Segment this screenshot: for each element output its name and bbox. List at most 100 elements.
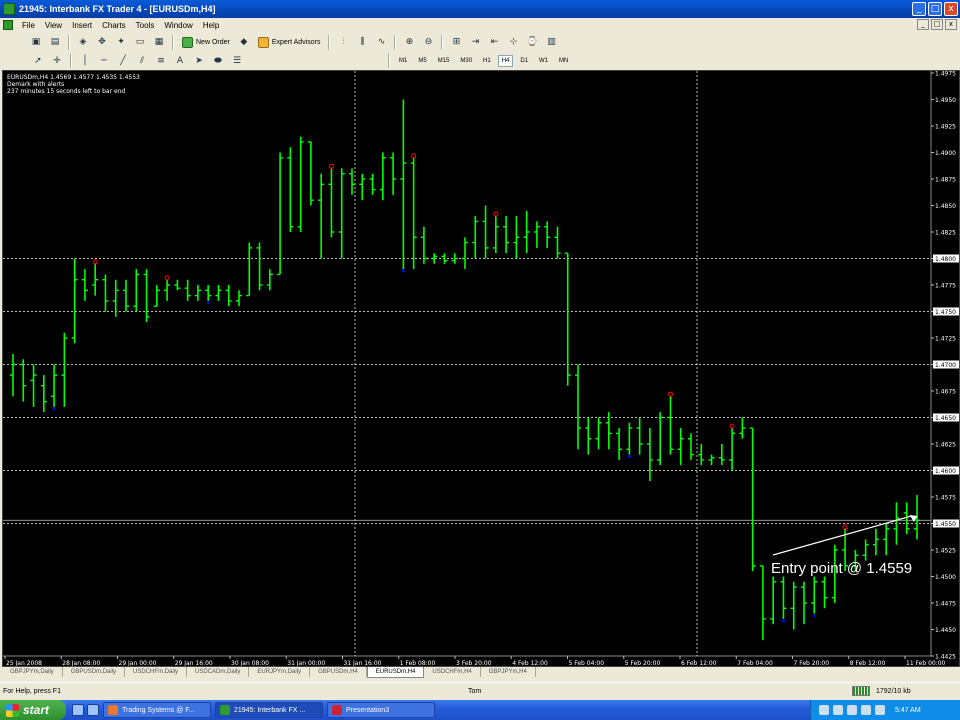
tray-network-icon[interactable]: [819, 705, 829, 715]
title-bar[interactable]: 21945: Interbank FX Trader 4 - [EURUSDm,…: [0, 0, 960, 18]
time-tick-label: 11 Feb 00:00: [906, 660, 946, 667]
menu-tools[interactable]: Tools: [131, 21, 160, 30]
task-label: Presentation3: [346, 706, 390, 714]
chart-window[interactable]: 1.4975 1.4950 1.4925 1.4900 1.4875 1.4850 1.48…: [2, 70, 960, 667]
terminal-icon[interactable]: ▭: [132, 34, 148, 50]
task-label: Trading Systems @ F...: [122, 706, 195, 714]
tray-volume-icon[interactable]: [861, 705, 871, 715]
vertical-line-icon[interactable]: │: [77, 53, 93, 69]
metaeditor-icon[interactable]: ◆: [236, 34, 252, 50]
tab-usdchfm-daily[interactable]: USDCHFm,Daily: [125, 667, 188, 677]
menu-help[interactable]: Help: [198, 21, 224, 30]
time-tick-label: 3 Feb 20:00: [456, 660, 492, 667]
profiles-icon[interactable]: ▤: [47, 34, 63, 50]
lower-fractal-marker: [206, 301, 210, 305]
new-chart-icon[interactable]: ▣: [28, 34, 44, 50]
data-window-icon[interactable]: ✥: [94, 34, 110, 50]
periods-icon[interactable]: ⌚: [524, 34, 540, 50]
taskbar-item-trader[interactable]: 21945: Interbank FX ...: [215, 702, 323, 718]
time-tick-label: 5 Feb 20:00: [625, 660, 661, 667]
help-text: For Help, press F1: [3, 688, 61, 695]
timeframe-w1[interactable]: W1: [535, 55, 552, 67]
price-tick-label: 1.4950: [935, 97, 956, 104]
navigator-icon[interactable]: ✦: [113, 34, 129, 50]
tab-usdcadm-daily[interactable]: USDCADm,Daily: [187, 667, 250, 677]
connection-status[interactable]: 1792/10 kb: [852, 686, 911, 696]
timeframe-m5[interactable]: M5: [414, 55, 430, 67]
arrows-icon[interactable]: ➤: [191, 53, 207, 69]
maximize-button[interactable]: □: [928, 2, 942, 16]
shapes-icon[interactable]: ⬬: [210, 53, 226, 69]
taskbar-item-browser[interactable]: Trading Systems @ F...: [103, 702, 211, 718]
timeframe-m15[interactable]: M15: [434, 55, 454, 67]
upper-fractal-marker: [164, 275, 170, 281]
line-chart-icon[interactable]: ∿: [373, 34, 389, 50]
mdi-restore-button[interactable]: □: [931, 19, 943, 30]
tray-bluetooth-icon[interactable]: [833, 705, 843, 715]
toolbar-separator: [68, 34, 70, 50]
tools-toolbar: ➚ ✛ │ ─ ╱ ⫽ ≡ A ➤ ⬬ ☰ M1 M5 M15 M30 H1 H…: [0, 52, 960, 69]
mdi-minimize-button[interactable]: _: [917, 19, 929, 30]
timeframe-m30[interactable]: M30: [456, 55, 476, 67]
tab-gbpusdm-daily[interactable]: GBPUSDm,Daily: [63, 667, 126, 677]
tab-usdchfm-h4[interactable]: USDCHFm,H4: [424, 667, 481, 677]
tile-windows-icon[interactable]: ⊞: [448, 34, 464, 50]
chart-shift-icon[interactable]: ⇤: [486, 34, 502, 50]
new-order-button[interactable]: New Order: [179, 34, 233, 50]
market-watch-icon[interactable]: ◈: [75, 34, 91, 50]
chart-window-icon[interactable]: [3, 20, 13, 30]
start-button[interactable]: start: [0, 700, 66, 720]
expert-advisors-button[interactable]: Expert Advisors: [255, 34, 324, 50]
bar-timer: 237 minutes 15 seconds left to bar end: [7, 88, 126, 95]
menu-window[interactable]: Window: [159, 21, 197, 30]
timeframe-m1[interactable]: M1: [395, 55, 411, 67]
zoom-out-icon[interactable]: ⊖: [420, 34, 436, 50]
time-tick-label: 5 Feb 04:00: [569, 660, 605, 667]
timeframe-d1[interactable]: D1: [516, 55, 532, 67]
upper-fractal-marker: [842, 524, 848, 530]
menu-file[interactable]: File: [17, 21, 40, 30]
tab-gbpjpym-daily[interactable]: GBPJPYm,Daily: [2, 667, 63, 677]
trendline-icon[interactable]: ╱: [115, 53, 131, 69]
tab-eurjpym-daily[interactable]: EURJPYm,Daily: [249, 667, 311, 677]
crosshair-icon[interactable]: ✛: [49, 53, 65, 69]
fibonacci-icon[interactable]: ≡: [153, 53, 169, 69]
strategy-tester-icon[interactable]: ▦: [151, 34, 167, 50]
channel-icon[interactable]: ⫽: [134, 53, 150, 69]
timeframe-h4[interactable]: H4: [497, 54, 514, 67]
tab-gbpjpym-h4[interactable]: GBPJPYm,H4: [481, 667, 536, 677]
zoom-in-icon[interactable]: ⊕: [401, 34, 417, 50]
text-icon[interactable]: A: [172, 53, 188, 69]
cursor-icon[interactable]: ➚: [30, 53, 46, 69]
price-tick-label: 1.4750: [935, 309, 956, 316]
bar-chart-icon[interactable]: ⫶: [335, 34, 351, 50]
tray-security-icon[interactable]: [847, 705, 857, 715]
mdi-close-button[interactable]: x: [945, 19, 957, 30]
close-button[interactable]: x: [944, 2, 958, 16]
candlestick-icon[interactable]: ⫼: [354, 34, 370, 50]
quick-launch-browser-icon[interactable]: [72, 704, 84, 716]
menu-insert[interactable]: Insert: [67, 21, 97, 30]
price-chart[interactable]: 1.4975 1.4950 1.4925 1.4900 1.4875 1.4850 1.48…: [3, 71, 960, 667]
price-tick-label: 1.4450: [935, 627, 956, 634]
indicators-icon[interactable]: ⊹: [505, 34, 521, 50]
timeframe-mn[interactable]: MN: [555, 55, 572, 67]
new-order-icon: [182, 36, 193, 48]
menu-charts[interactable]: Charts: [97, 21, 131, 30]
quick-launch-desktop-icon[interactable]: [87, 704, 99, 716]
taskbar-item-presentation[interactable]: Presentation3: [327, 702, 435, 718]
timeframe-h1[interactable]: H1: [479, 55, 495, 67]
tray-update-icon[interactable]: [875, 705, 885, 715]
window-title: 21945: Interbank FX Trader 4 - [EURUSDm,…: [19, 4, 216, 14]
autoscroll-icon[interactable]: ⇥: [467, 34, 483, 50]
minimize-button[interactable]: _: [912, 2, 926, 16]
toolbar-separator: [172, 34, 174, 50]
objects-list-icon[interactable]: ☰: [229, 53, 245, 69]
templates-icon[interactable]: ▥: [543, 34, 559, 50]
menu-view[interactable]: View: [40, 21, 67, 30]
horizontal-line-icon[interactable]: ─: [96, 53, 112, 69]
price-tick-label: 1.4775: [935, 283, 956, 290]
tab-gbpusdm-h4[interactable]: GBPUSDm,H4: [310, 667, 367, 677]
tab-eurusdm-h4[interactable]: EURUSDm,H4: [366, 667, 425, 678]
price-tick-label: 1.4925: [935, 124, 956, 131]
